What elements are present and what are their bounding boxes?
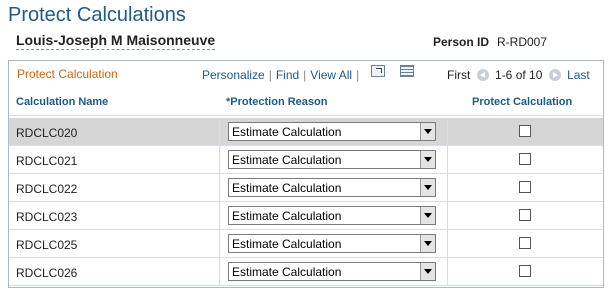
- prev-icon[interactable]: [476, 69, 489, 81]
- grid-nav-links: Personalize | Find | View All |: [202, 68, 363, 82]
- separator: |: [268, 68, 272, 82]
- divider: [447, 118, 448, 145]
- select-value: Estimate Calculation: [232, 209, 342, 223]
- select-value: Estimate Calculation: [232, 153, 342, 167]
- column-header-protect-calculation[interactable]: Protect Calculation: [472, 89, 572, 115]
- column-header-calculation-name[interactable]: Calculation Name: [16, 89, 108, 115]
- protect-calculation-checkbox[interactable]: [519, 209, 531, 221]
- divider: [219, 202, 220, 229]
- next-icon[interactable]: [548, 69, 561, 81]
- last-link[interactable]: Last: [567, 68, 590, 82]
- dropdown-arrow-icon[interactable]: [420, 235, 435, 252]
- protect-calculation-checkbox[interactable]: [519, 125, 531, 137]
- view-all-link[interactable]: View All: [310, 68, 352, 82]
- calculation-name: RDCLC022: [16, 182, 78, 196]
- protect-calculation-checkbox[interactable]: [519, 265, 531, 277]
- divider: [219, 230, 220, 257]
- pager: First 1-6 of 10 Last: [447, 68, 590, 82]
- table-row[interactable]: RDCLC020 Estimate Calculation: [9, 118, 603, 146]
- first-link: First: [447, 68, 471, 82]
- protection-reason-select[interactable]: Estimate Calculation: [228, 234, 436, 253]
- grid-header: Protect Calculation Personalize | Find | Vie…: [9, 61, 603, 87]
- dropdown-arrow-icon[interactable]: [420, 263, 435, 280]
- pager-range: 1-6 of 10: [495, 68, 543, 82]
- separator: |: [356, 68, 360, 82]
- select-value: Estimate Calculation: [232, 181, 342, 195]
- header-divider: [9, 115, 603, 116]
- grid-rows: RDCLC020 Estimate Calculation RDCLC021 E…: [9, 118, 603, 286]
- table-row[interactable]: RDCLC021 Estimate Calculation: [9, 146, 603, 174]
- divider: [219, 174, 220, 201]
- calculation-name: RDCLC023: [16, 210, 78, 224]
- protection-reason-select[interactable]: Estimate Calculation: [228, 150, 436, 169]
- dropdown-arrow-icon[interactable]: [420, 151, 435, 168]
- dropdown-arrow-icon[interactable]: [420, 179, 435, 196]
- calculation-name: RDCLC026: [16, 266, 78, 280]
- download-icon[interactable]: [400, 65, 414, 77]
- select-value: Estimate Calculation: [232, 265, 342, 279]
- calculation-name: RDCLC025: [16, 238, 78, 252]
- person-id-value: R-RD007: [497, 35, 548, 49]
- separator: |: [303, 68, 307, 82]
- protect-calculation-checkbox[interactable]: [519, 181, 531, 193]
- protection-reason-select[interactable]: Estimate Calculation: [228, 206, 436, 225]
- protection-reason-select[interactable]: Estimate Calculation: [228, 122, 436, 141]
- table-row[interactable]: RDCLC022 Estimate Calculation: [9, 174, 603, 202]
- divider: [447, 202, 448, 229]
- protection-reason-select[interactable]: Estimate Calculation: [228, 262, 436, 281]
- table-row[interactable]: RDCLC025 Estimate Calculation: [9, 230, 603, 258]
- person-name[interactable]: Louis-Joseph M Maisonneuve: [16, 32, 216, 50]
- divider: [219, 118, 220, 145]
- divider: [447, 258, 448, 285]
- protect-calculation-checkbox[interactable]: [519, 237, 531, 249]
- select-value: Estimate Calculation: [232, 125, 342, 139]
- protection-reason-select[interactable]: Estimate Calculation: [228, 178, 436, 197]
- calculation-name: RDCLC021: [16, 154, 78, 168]
- person-id-label: Person ID: [433, 35, 490, 49]
- dropdown-arrow-icon[interactable]: [420, 123, 435, 140]
- divider: [219, 146, 220, 173]
- personalize-link[interactable]: Personalize: [202, 68, 265, 82]
- zoom-icon[interactable]: [371, 65, 385, 77]
- protect-calculation-grid: Protect Calculation Personalize | Find | Vie…: [8, 60, 604, 288]
- calculation-name: RDCLC020: [16, 126, 78, 140]
- divider: [447, 230, 448, 257]
- column-header-protection-reason[interactable]: *Protection Reason: [226, 89, 327, 115]
- dropdown-arrow-icon[interactable]: [420, 207, 435, 224]
- select-value: Estimate Calculation: [232, 237, 342, 251]
- divider: [219, 258, 220, 285]
- divider: [447, 146, 448, 173]
- table-row[interactable]: RDCLC023 Estimate Calculation: [9, 202, 603, 230]
- find-link[interactable]: Find: [276, 68, 299, 82]
- protect-calculation-checkbox[interactable]: [519, 153, 531, 165]
- divider: [447, 174, 448, 201]
- page-title: Protect Calculations: [8, 4, 186, 26]
- table-row[interactable]: RDCLC026 Estimate Calculation: [9, 258, 603, 286]
- grid-title: Protect Calculation: [17, 67, 118, 81]
